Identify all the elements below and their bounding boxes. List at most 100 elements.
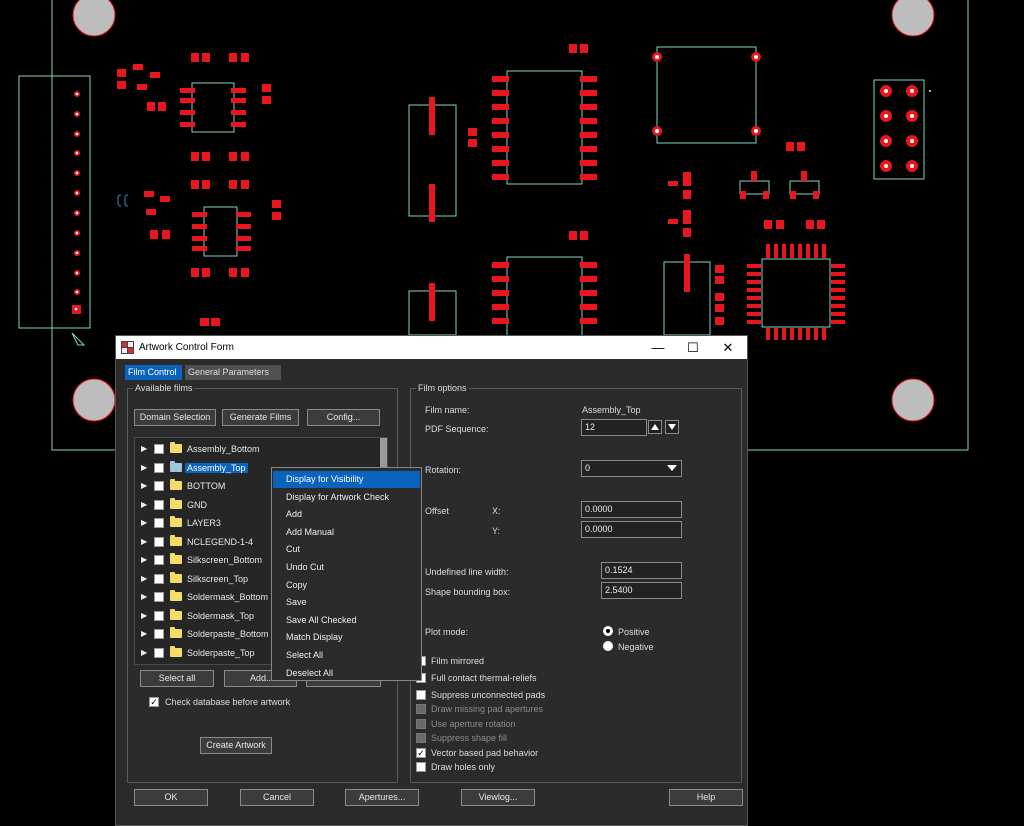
expand-arrow-icon[interactable]: ▶ <box>141 518 147 527</box>
available-films-label: Available films <box>133 383 195 393</box>
film-name: LAYER3 <box>187 518 221 528</box>
context-menu-item[interactable]: Save <box>273 594 420 611</box>
film-name: Soldermask_Bottom <box>187 592 269 602</box>
spin-down-icon[interactable] <box>665 420 679 434</box>
context-menu-item[interactable]: Display for Visibility <box>273 471 420 488</box>
shape-bounding-box-label: Shape bounding box: <box>425 587 511 597</box>
film-name: Silkscreen_Bottom <box>187 555 263 565</box>
option-checkbox-label: Film mirrored <box>431 656 484 666</box>
rotation-label: Rotation: <box>425 465 462 475</box>
film-name: Assembly_Bottom <box>187 444 260 454</box>
expand-arrow-icon[interactable]: ▶ <box>141 500 147 509</box>
config-button[interactable]: Config... <box>307 409 380 426</box>
folder-icon <box>170 460 182 472</box>
film-options-label: Film options <box>416 383 469 393</box>
film-checkbox[interactable] <box>154 610 164 621</box>
film-checkbox[interactable] <box>154 462 164 473</box>
film-checkbox[interactable] <box>154 573 164 584</box>
select-all-button[interactable]: Select all <box>140 670 214 687</box>
generate-films-button[interactable]: Generate Films <box>222 409 299 426</box>
film-name-label: Film name: <box>425 405 470 415</box>
folder-icon <box>170 497 182 509</box>
film-checkbox[interactable] <box>154 592 164 602</box>
option-checkbox[interactable] <box>416 719 426 729</box>
plot-mode-label: Plot mode: <box>425 627 469 637</box>
offset-x-input[interactable]: 0.0000 <box>581 501 682 518</box>
ok-button[interactable]: OK <box>134 789 208 806</box>
film-checkbox[interactable] <box>154 518 164 528</box>
folder-icon <box>170 442 182 453</box>
expand-arrow-icon[interactable]: ▶ <box>141 481 147 490</box>
maximize-button[interactable]: ☐ <box>678 338 708 357</box>
context-menu-item[interactable]: Match Display <box>273 629 420 646</box>
film-checkbox[interactable] <box>154 444 164 454</box>
offset-label: Offset <box>425 506 449 516</box>
undefined-line-width-input[interactable]: 0.1524 <box>601 562 682 579</box>
plot-mode-positive-label: Positive <box>618 627 650 637</box>
context-menu-item[interactable]: Select All <box>273 647 420 664</box>
check-database-checkbox[interactable]: ✓ <box>149 697 159 707</box>
tab-film-control[interactable]: Film Control <box>125 365 182 380</box>
context-menu-item[interactable]: Cut <box>273 541 420 558</box>
folder-icon <box>170 516 182 527</box>
context-menu-item[interactable]: Save All Checked <box>273 612 420 629</box>
help-button[interactable]: Help <box>669 789 743 806</box>
context-menu-item[interactable]: Copy <box>273 577 420 594</box>
film-checkbox[interactable] <box>154 629 164 639</box>
close-button[interactable]: ✕ <box>713 338 743 357</box>
context-menu-item[interactable]: Display for Artwork Check <box>273 489 420 506</box>
expand-arrow-icon[interactable]: ▶ <box>141 537 147 546</box>
film-name: Silkscreen_Top <box>187 573 249 584</box>
window-title: Artwork Control Form <box>139 342 235 353</box>
chevron-down-icon <box>667 465 677 471</box>
option-checkbox[interactable] <box>416 690 426 700</box>
expand-arrow-icon[interactable]: ▶ <box>141 574 147 583</box>
viewlog-button[interactable]: Viewlog... <box>461 789 535 806</box>
context-menu-item[interactable]: Undo Cut <box>273 559 420 576</box>
title-bar[interactable]: Artwork Control Form — ☐ ✕ <box>116 336 747 359</box>
offset-y-label: Y: <box>492 526 501 536</box>
film-checkbox[interactable] <box>154 536 164 547</box>
shape-bounding-box-input[interactable]: 2.5400 <box>601 582 682 599</box>
spin-up-icon[interactable] <box>648 420 662 434</box>
expand-arrow-icon[interactable]: ▶ <box>141 444 147 453</box>
option-checkbox[interactable]: ✓ <box>416 748 426 758</box>
context-menu-item[interactable]: Deselect All <box>273 665 420 682</box>
minimize-button[interactable]: — <box>643 338 673 357</box>
film-row[interactable]: ▶ Assembly_Bottom <box>135 440 380 458</box>
offset-y-input[interactable]: 0.0000 <box>581 521 682 538</box>
rotation-select[interactable]: 0 <box>581 460 682 477</box>
option-checkbox-label: Use aperture rotation <box>431 719 516 729</box>
domain-selection-button[interactable]: Domain Selection <box>134 409 216 426</box>
option-checkbox[interactable] <box>416 733 426 743</box>
option-checkbox-label: Draw holes only <box>431 762 496 772</box>
expand-arrow-icon[interactable]: ▶ <box>141 592 147 601</box>
plot-mode-negative-radio[interactable] <box>603 641 613 651</box>
expand-arrow-icon[interactable]: ▶ <box>141 463 147 472</box>
option-checkbox-label: Full contact thermal-reliefs <box>431 673 537 683</box>
film-checkbox[interactable] <box>154 647 164 658</box>
apertures-button[interactable]: Apertures... <box>345 789 419 806</box>
option-checkbox[interactable] <box>416 704 426 714</box>
expand-arrow-icon[interactable]: ▶ <box>141 555 147 564</box>
pdf-sequence-input[interactable]: 12 <box>581 419 647 436</box>
context-menu-item[interactable]: Add Manual <box>273 524 420 541</box>
cancel-button[interactable]: Cancel <box>240 789 314 806</box>
tab-general-parameters[interactable]: General Parameters <box>185 365 281 380</box>
create-artwork-button[interactable]: Create Artwork <box>200 737 272 754</box>
context-menu-item[interactable]: Add <box>273 506 420 523</box>
expand-arrow-icon[interactable]: ▶ <box>141 629 147 638</box>
expand-arrow-icon[interactable]: ▶ <box>141 648 147 657</box>
rotation-value: 0 <box>585 463 591 473</box>
folder-icon <box>170 627 182 638</box>
film-name: NCLEGEND-1-4 <box>187 536 254 547</box>
folder-icon <box>170 479 182 490</box>
film-checkbox[interactable] <box>154 481 164 491</box>
option-checkbox-label: Draw missing pad apertures <box>431 704 544 714</box>
film-checkbox[interactable] <box>154 555 164 565</box>
folder-icon <box>170 534 182 546</box>
option-checkbox[interactable] <box>416 762 426 772</box>
plot-mode-positive-radio[interactable] <box>603 626 613 636</box>
film-checkbox[interactable] <box>154 499 164 510</box>
expand-arrow-icon[interactable]: ▶ <box>141 611 147 620</box>
